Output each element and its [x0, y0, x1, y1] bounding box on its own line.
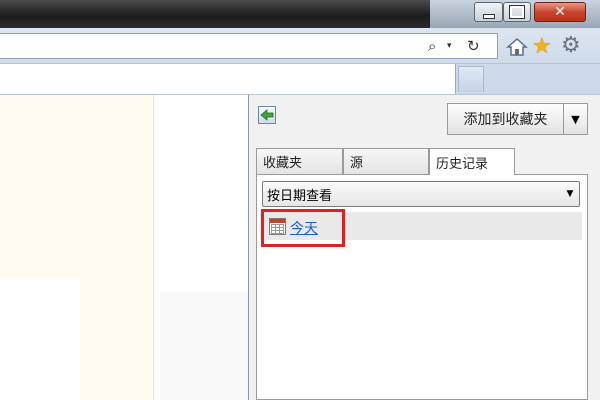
add-to-favorites-label: 添加到收藏夹 — [463, 112, 548, 128]
tab-history[interactable]: 历史记录 — [429, 148, 515, 175]
maximize-icon — [509, 5, 525, 19]
tab-label: 源 — [350, 156, 364, 171]
chevron-down-icon: ▼ — [571, 112, 580, 126]
gear-icon[interactable]: ⚙ — [561, 33, 581, 58]
page-content-block — [160, 292, 248, 400]
highlight-annotation — [261, 209, 345, 247]
address-bar[interactable] — [0, 33, 498, 59]
tab-favorites[interactable]: 收藏夹 — [256, 148, 343, 174]
tab-label: 历史记录 — [436, 156, 489, 172]
close-button[interactable]: ✕ — [534, 2, 586, 22]
view-by-select[interactable]: 按日期查看 — [262, 181, 580, 207]
history-list-panel — [256, 174, 588, 400]
pin-panel-icon[interactable] — [258, 106, 276, 124]
chevron-down-icon[interactable]: ▼ — [560, 181, 580, 207]
close-icon: ✕ — [554, 4, 566, 20]
refresh-icon[interactable]: ↻ — [467, 36, 480, 56]
tab-feeds[interactable]: 源 — [343, 148, 429, 174]
page-content-block — [0, 278, 80, 400]
add-to-favorites-button[interactable]: 添加到收藏夹 — [447, 103, 564, 135]
maximize-button[interactable] — [503, 2, 531, 22]
new-tab-button[interactable] — [458, 66, 484, 92]
view-by-select-value: 按日期查看 — [267, 188, 333, 204]
tab-label: 收藏夹 — [263, 156, 303, 171]
browser-tab-active[interactable] — [0, 64, 456, 94]
minimize-button[interactable] — [474, 2, 503, 22]
home-icon[interactable] — [506, 36, 528, 58]
favorites-star-icon[interactable]: ★ — [532, 34, 552, 59]
search-icon[interactable]: ⌕ — [428, 36, 436, 56]
search-dropdown-icon[interactable]: ▾ — [447, 36, 452, 56]
add-to-favorites-dropdown[interactable]: ▼ — [563, 103, 588, 135]
minimize-icon — [482, 13, 495, 19]
